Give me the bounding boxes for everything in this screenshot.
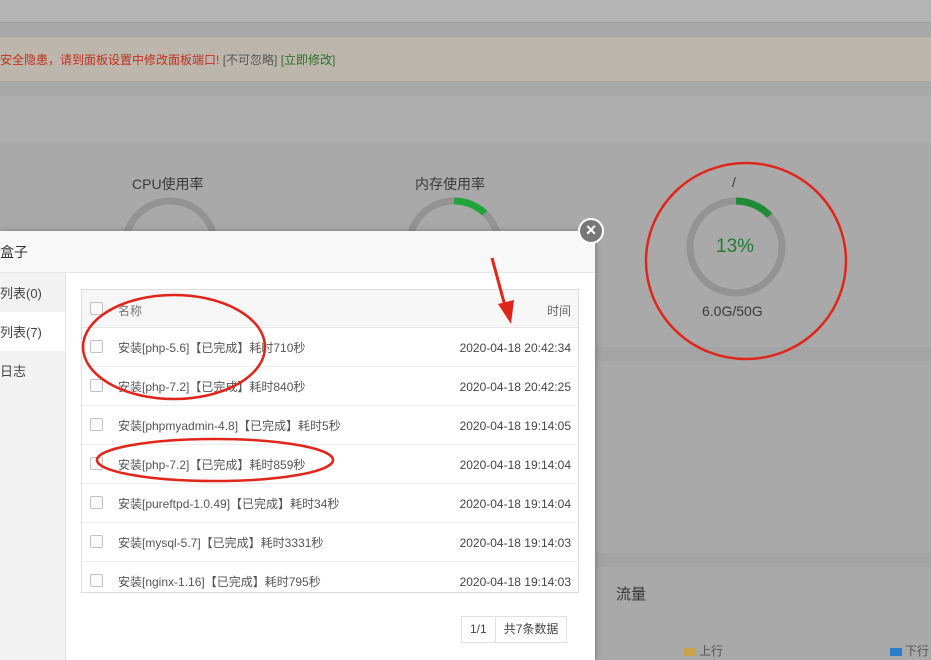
table-row: 安装[php-7.2]【已完成】耗时859秒 2020-04-18 19:14:… [82, 445, 578, 484]
table-row: 安装[phpmyadmin-4.8]【已完成】耗时5秒 2020-04-18 1… [82, 406, 578, 445]
legend-upload: 上行 [684, 642, 723, 659]
task-name: 安装[mysql-5.7]【已完成】耗时3331秒 [118, 536, 324, 550]
task-time: 2020-04-18 19:14:04 [459, 497, 571, 511]
task-time: 2020-04-18 19:14:03 [459, 536, 571, 550]
row-checkbox[interactable] [90, 340, 103, 353]
sidebar-item-task-list[interactable]: 列表(7) [0, 312, 65, 351]
row-checkbox[interactable] [90, 535, 103, 548]
alert-ignore-label: [不可忽略] [222, 53, 278, 67]
row-checkbox[interactable] [90, 379, 103, 392]
task-name: 安装[php-5.6]【已完成】耗时710秒 [118, 341, 306, 355]
row-checkbox[interactable] [90, 496, 103, 509]
disk-usage-title: / [732, 174, 736, 190]
modal-sidebar: 列表(0) 列表(7) 日志 [0, 273, 66, 660]
divider-band [595, 347, 931, 361]
column-header-name: 名称 [118, 304, 143, 318]
close-icon[interactable]: × [578, 218, 604, 244]
table-row: 安装[php-7.2]【已完成】耗时840秒 2020-04-18 20:42:… [82, 367, 578, 406]
table-row: 安装[mysql-5.7]【已完成】耗时3331秒 2020-04-18 19:… [82, 523, 578, 562]
task-time: 2020-04-18 19:14:05 [459, 419, 571, 433]
task-time: 2020-04-18 19:14:04 [459, 458, 571, 472]
memory-usage-title: 内存使用率 [415, 176, 485, 192]
sidebar-item-log[interactable]: 日志 [0, 351, 65, 390]
task-time: 2020-04-18 20:42:34 [459, 341, 571, 355]
divider-band [595, 553, 931, 567]
row-checkbox[interactable] [90, 418, 103, 431]
row-checkbox[interactable] [90, 574, 103, 587]
row-checkbox[interactable] [90, 457, 103, 470]
top-bar [0, 0, 931, 23]
legend-download-label: 下行 [905, 644, 930, 658]
task-table: 名称 时间 安装[php-5.6]【已完成】耗时710秒 2020-04-18 … [81, 289, 579, 593]
column-header-time: 时间 [546, 304, 571, 318]
disk-usage-value: 6.0G/50G [702, 303, 763, 319]
legend-upload-label: 上行 [699, 644, 724, 658]
alert-fix-link[interactable]: [立即修改] [281, 53, 336, 67]
alert-warning-text: 安全隐患，请到面板设置中修改面板端口! [0, 53, 220, 67]
task-name: 安装[php-7.2]【已完成】耗时859秒 [118, 458, 306, 472]
task-time: 2020-04-18 19:14:03 [459, 575, 571, 589]
modal-header: 盒子 [0, 231, 595, 273]
memory-gauge [406, 197, 502, 235]
table-header: 名称 时间 [82, 290, 578, 328]
table-row: 安装[nginx-1.16]【已完成】耗时795秒 2020-04-18 19:… [82, 562, 578, 600]
panel-row [0, 96, 931, 142]
task-name: 安装[nginx-1.16]【已完成】耗时795秒 [118, 575, 321, 589]
task-name: 安装[php-7.2]【已完成】耗时840秒 [118, 380, 306, 394]
modal-title: 盒子 [0, 244, 28, 260]
sidebar-item-message-list[interactable]: 列表(0) [0, 273, 65, 312]
security-alert: 安全隐患，请到面板设置中修改面板端口! [不可忽略] [立即修改] [0, 36, 931, 82]
cpu-gauge [122, 197, 218, 235]
table-row: 安装[pureftpd-1.0.49]【已完成】耗时34秒 2020-04-18… [82, 484, 578, 523]
table-row: 安装[php-5.6]【已完成】耗时710秒 2020-04-18 20:42:… [82, 328, 578, 367]
cpu-usage-title: CPU使用率 [132, 176, 204, 192]
select-all-checkbox[interactable] [90, 302, 103, 315]
traffic-title: 流量 [616, 586, 647, 603]
legend-download: 下行 [890, 642, 929, 659]
pagination: 1/1 共7条数据 [461, 616, 568, 643]
legend-upload-swatch [684, 647, 696, 656]
legend-download-swatch [890, 647, 902, 656]
task-name: 安装[phpmyadmin-4.8]【已完成】耗时5秒 [118, 419, 341, 433]
task-name: 安装[pureftpd-1.0.49]【已完成】耗时34秒 [118, 497, 340, 511]
page-indicator[interactable]: 1/1 [462, 617, 496, 642]
disk-percent: 13% [716, 236, 755, 257]
total-count: 共7条数据 [503, 622, 559, 636]
task-time: 2020-04-18 20:42:25 [459, 380, 571, 394]
